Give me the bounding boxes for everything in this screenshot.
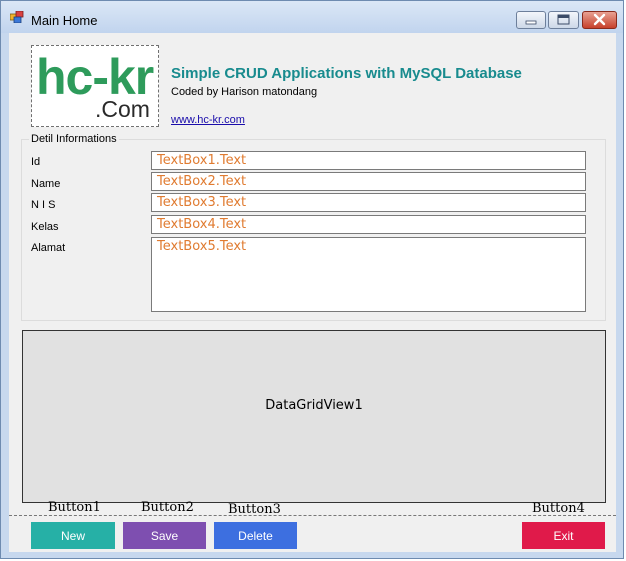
- logo-picturebox: hc-kr .Com: [31, 45, 159, 127]
- minimize-icon: [525, 20, 537, 25]
- new-button[interactable]: New: [31, 522, 115, 549]
- name-textbox[interactable]: TextBox2.Text: [151, 172, 586, 191]
- logo-sub-text: .Com: [95, 96, 150, 122]
- button2-caption: Button2: [141, 500, 194, 515]
- window-title: Main Home: [31, 13, 98, 28]
- data-grid-view[interactable]: DataGridView1: [22, 330, 606, 503]
- app-form-icon: [10, 11, 24, 23]
- exit-button[interactable]: Exit: [522, 522, 605, 549]
- kelas-label: Kelas: [31, 221, 59, 233]
- grid-placeholder-label: DataGridView1: [265, 398, 363, 413]
- nis-textbox[interactable]: TextBox3.Text: [151, 193, 586, 212]
- details-group-caption: Detil Informations: [29, 133, 119, 145]
- website-link[interactable]: www.hc-kr.com: [171, 114, 245, 126]
- save-button[interactable]: Save: [123, 522, 206, 549]
- main-window: Main Home hc-kr .Com Simple CRUD Applica…: [0, 0, 624, 559]
- close-button[interactable]: [582, 11, 617, 29]
- maximize-icon: [557, 14, 570, 25]
- minimize-button[interactable]: [516, 11, 546, 29]
- author-label: Coded by Harison matondang: [171, 86, 318, 98]
- form-client-area: hc-kr .Com Simple CRUD Applications with…: [9, 33, 616, 552]
- name-label: Name: [31, 178, 61, 190]
- title-bar[interactable]: Main Home: [1, 1, 623, 33]
- maximize-button[interactable]: [548, 11, 579, 29]
- app-title: Simple CRUD Applications with MySQL Data…: [171, 65, 522, 82]
- close-icon: [593, 13, 606, 26]
- button1-caption: Button1: [48, 500, 101, 515]
- button4-caption: Button4: [532, 501, 585, 516]
- id-label: Id: [31, 156, 41, 168]
- alamat-textbox[interactable]: TextBox5.Text: [151, 237, 586, 312]
- id-textbox[interactable]: TextBox1.Text: [151, 151, 586, 170]
- alamat-label: Alamat: [31, 242, 66, 254]
- kelas-textbox[interactable]: TextBox4.Text: [151, 215, 586, 234]
- nis-label: N I S: [31, 199, 56, 211]
- delete-button[interactable]: Delete: [214, 522, 297, 549]
- button-panel-divider: [9, 515, 616, 516]
